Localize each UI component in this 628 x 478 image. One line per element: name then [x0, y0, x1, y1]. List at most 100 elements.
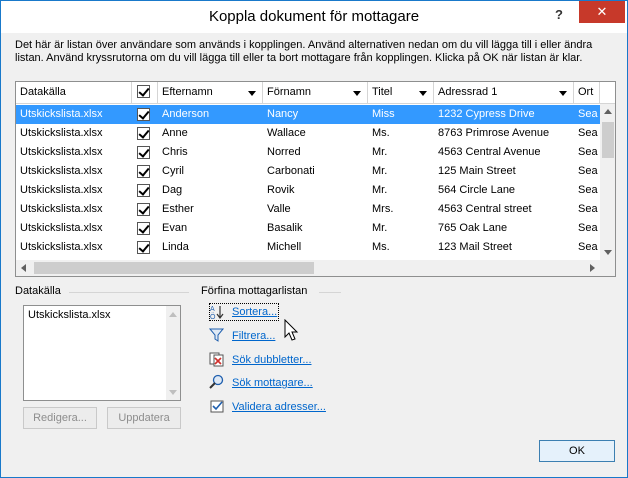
cell-addr: 564 Circle Lane — [438, 184, 516, 196]
close-button[interactable]: ✕ — [579, 1, 625, 23]
cell-addr: 125 Main Street — [438, 165, 516, 177]
cell-addr: 1232 Cypress Drive — [438, 108, 535, 120]
cell-last: Chris — [162, 146, 188, 158]
cell-addr: 8763 Primrose Avenue — [438, 127, 550, 139]
cell-source: Utskickslista.xlsx — [20, 184, 103, 196]
datasource-list[interactable]: Utskickslista.xlsx — [23, 305, 181, 401]
mail-merge-recipients-dialog: Koppla dokument för mottagare ? ✕ Det hä… — [0, 0, 628, 478]
col-header-lastname[interactable]: Efternamn — [158, 82, 263, 104]
scroll-up-icon[interactable] — [604, 109, 612, 114]
datasource-section-label: Datakälla — [15, 285, 61, 297]
table-row[interactable]: Utskickslista.xlsx Dag Rovik Mr. 564 Circle … — [16, 181, 600, 200]
scroll-down-icon[interactable] — [604, 250, 612, 255]
dropdown-arrow-icon[interactable] — [559, 91, 567, 96]
scroll-down-icon[interactable] — [169, 390, 177, 395]
filter-icon — [209, 328, 225, 342]
validate-addresses-icon — [210, 400, 224, 413]
title-bar: Koppla dokument för mottagare ? ✕ — [1, 1, 627, 33]
cell-first: Carbonati — [267, 165, 315, 177]
col-header-checkbox[interactable] — [132, 82, 158, 104]
sort-icon: A Ö — [210, 306, 224, 320]
cell-title: Miss — [372, 108, 395, 120]
col-header-city[interactable]: Ort — [574, 82, 600, 104]
recipients-grid: Datakälla Efternamn Förnamn Titel Adress… — [15, 81, 616, 277]
table-row[interactable]: Utskickslista.xlsx Anne Wallace Ms. 8763 Pri… — [16, 124, 600, 143]
find-duplicates-icon — [209, 352, 224, 367]
scroll-up-icon[interactable] — [169, 312, 177, 317]
datasource-item[interactable]: Utskickslista.xlsx — [28, 309, 111, 321]
svg-text:A: A — [210, 306, 215, 313]
vertical-scrollbar[interactable] — [600, 104, 615, 260]
cell-last: Evan — [162, 222, 188, 234]
table-row[interactable]: Utskickslista.xlsx Cyril Carbonati Mr. 125 M… — [16, 162, 600, 181]
update-button[interactable]: Uppdatera — [107, 407, 181, 429]
include-checkbox[interactable] — [137, 108, 150, 121]
table-row[interactable]: Utskickslista.xlsx Evan Basalik Mr. 765 Oak … — [16, 219, 600, 238]
cell-first: Nancy — [267, 108, 299, 120]
cell-addr: 4563 Central Avenue — [438, 146, 541, 158]
validate-addresses-link[interactable]: Validera adresser... — [232, 401, 326, 413]
col-header-firstname[interactable]: Förnamn — [263, 82, 368, 104]
horizontal-scrollbar[interactable] — [16, 260, 600, 276]
ok-button[interactable]: OK — [539, 440, 615, 462]
col-header-label: Adressrad 1 — [438, 86, 498, 98]
cell-source: Utskickslista.xlsx — [20, 222, 103, 234]
col-header-address[interactable]: Adressrad 1 — [434, 82, 574, 104]
cell-city: Sea — [578, 222, 598, 234]
include-checkbox[interactable] — [137, 184, 150, 197]
cell-title: Mrs. — [372, 203, 394, 215]
cell-first: Valle — [267, 203, 291, 215]
scroll-left-icon[interactable] — [21, 264, 26, 272]
cell-source: Utskickslista.xlsx — [20, 241, 103, 253]
select-all-checkbox[interactable] — [137, 85, 150, 98]
include-checkbox[interactable] — [137, 165, 150, 178]
include-checkbox[interactable] — [137, 203, 150, 216]
cell-first: Norred — [267, 146, 301, 158]
cell-city: Sea — [578, 108, 598, 120]
cell-last: Esther — [162, 203, 194, 215]
find-duplicates-link[interactable]: Sök dubbletter... — [232, 354, 312, 366]
include-checkbox[interactable] — [137, 146, 150, 159]
table-row[interactable]: Utskickslista.xlsx Chris Norred Mr. 4563 Cen… — [16, 143, 600, 162]
col-header-label: Förnamn — [267, 86, 312, 98]
col-header-title[interactable]: Titel — [368, 82, 434, 104]
cell-first: Michell — [267, 241, 302, 253]
horizontal-scroll-thumb[interactable] — [34, 262, 314, 274]
cell-first: Rovik — [267, 184, 295, 196]
find-recipient-link[interactable]: Sök mottagare... — [232, 377, 313, 389]
cell-title: Mr. — [372, 146, 388, 158]
table-row[interactable]: Utskickslista.xlsx Esther Valle Mrs. 4563 Ce… — [16, 200, 600, 219]
edit-button[interactable]: Redigera... — [23, 407, 97, 429]
cell-last: Linda — [162, 241, 189, 253]
cell-source: Utskickslista.xlsx — [20, 165, 103, 177]
find-recipient-icon — [209, 374, 224, 389]
sort-link[interactable]: Sortera... — [232, 306, 277, 318]
dropdown-arrow-icon[interactable] — [353, 91, 361, 96]
cell-city: Sea — [578, 165, 598, 177]
grid-header: Datakälla Efternamn Förnamn Titel Adress… — [16, 82, 615, 104]
filter-link[interactable]: Filtrera... — [232, 330, 275, 342]
dropdown-arrow-icon[interactable] — [419, 91, 427, 96]
table-row[interactable]: Utskickslista.xlsx Anderson Nancy Miss 1232 … — [16, 105, 600, 124]
scroll-right-icon[interactable] — [590, 264, 595, 272]
include-checkbox[interactable] — [137, 222, 150, 235]
cell-source: Utskickslista.xlsx — [20, 127, 103, 139]
table-row[interactable]: Utskickslista.xlsx Linda Michell Ms. 123 Mai… — [16, 238, 600, 257]
dropdown-arrow-icon[interactable] — [248, 91, 256, 96]
vertical-scroll-thumb[interactable] — [602, 122, 614, 158]
col-header-source[interactable]: Datakälla — [16, 82, 132, 104]
cell-first: Basalik — [267, 222, 303, 234]
divider — [319, 292, 341, 293]
include-checkbox[interactable] — [137, 241, 150, 254]
refine-section-label: Förfina mottagarlistan — [201, 285, 308, 297]
include-checkbox[interactable] — [137, 127, 150, 140]
datasource-scrollbar[interactable] — [166, 306, 180, 400]
col-header-label: Datakälla — [20, 86, 66, 98]
help-button[interactable]: ? — [547, 4, 571, 26]
col-header-label: Ort — [578, 86, 594, 98]
cell-city: Sea — [578, 184, 598, 196]
cell-addr: 4563 Central street — [438, 203, 532, 215]
cell-last: Anne — [162, 127, 188, 139]
mouse-cursor-icon — [284, 319, 299, 341]
cell-title: Ms. — [372, 127, 390, 139]
